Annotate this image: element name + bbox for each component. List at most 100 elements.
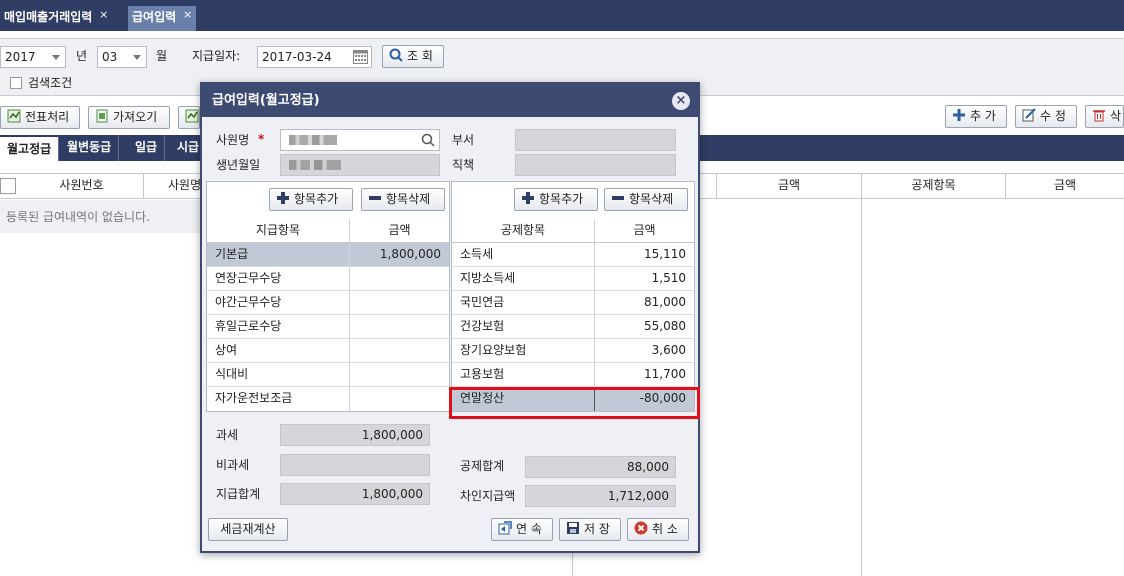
column-employee-name[interactable]: 사원명 <box>144 173 204 199</box>
birth-label: 생년월일 <box>216 158 261 172</box>
recalculate-tax-button[interactable]: 세금재계산 <box>208 518 288 541</box>
table-row[interactable]: 휴일근로수당 <box>207 315 449 339</box>
table-row[interactable]: 야간근무수당 <box>207 291 449 315</box>
plus-icon <box>277 192 289 204</box>
table-row[interactable]: 연장근무수당 <box>207 267 449 291</box>
plus-icon <box>522 192 534 204</box>
table-row[interactable]: 국민연금 81,000 <box>452 291 694 315</box>
year-select[interactable]: 2017 <box>0 46 66 68</box>
deduction-item-name: 국민연금 <box>460 295 505 309</box>
chevron-down-icon <box>133 55 141 60</box>
continue-button[interactable]: 연 속 <box>491 518 553 541</box>
dept-label: 부서 <box>452 133 475 147</box>
deduction-item-amount: 3,600 <box>651 343 686 357</box>
pay-item-name: 상여 <box>215 343 238 357</box>
taxable-label: 과세 <box>216 428 239 442</box>
toolbar-button-partial[interactable] <box>178 106 200 129</box>
add-deduction-item-button[interactable]: 항목추가 <box>514 188 598 211</box>
add-button-label: 추 가 <box>970 109 996 123</box>
net-pay-field: 1,712,000 <box>525 485 676 507</box>
column-employee-id[interactable]: 사원번호 <box>20 173 144 199</box>
table-row[interactable]: 자가운전보조금 <box>207 387 449 411</box>
table-row[interactable]: 식대비 <box>207 363 449 387</box>
delete-pay-item-button[interactable]: 항목삭제 <box>361 188 445 211</box>
table-row[interactable]: 소득세 15,110 <box>452 243 694 267</box>
add-pay-item-button[interactable]: 항목추가 <box>269 188 353 211</box>
search-icon <box>389 48 403 62</box>
nontaxable-field <box>280 454 430 476</box>
tab-salary-entry[interactable]: 급여입력 × <box>128 4 197 31</box>
column-amount[interactable]: 금액 <box>716 173 862 199</box>
voucher-button[interactable]: 전표처리 <box>0 106 80 129</box>
save-button[interactable]: 저 장 <box>559 518 621 541</box>
add-item-label: 항목추가 <box>294 192 339 206</box>
deduction-table-body: 소득세 15,110 지방소득세 1,510 국민연금 81,000 건강보험 55,0… <box>452 243 694 411</box>
tab-monthly-fixed[interactable]: 월고정급 <box>0 135 60 161</box>
cancel-label: 취 소 <box>652 522 678 536</box>
month-value: 03 <box>102 50 118 64</box>
redacted-birth-date <box>289 160 341 170</box>
tab-label: 급여입력 <box>132 10 177 24</box>
table-row[interactable]: 고용보험 11,700 <box>452 363 694 387</box>
employee-name-input[interactable] <box>280 129 440 151</box>
search-condition-checkbox[interactable] <box>10 77 22 89</box>
tab-daily[interactable]: 일급 <box>128 135 166 161</box>
close-icon[interactable]: × <box>183 4 192 26</box>
tab-label: 매입매출거래입력 <box>4 10 93 24</box>
table-row[interactable]: 지방소득세 1,510 <box>452 267 694 291</box>
highlight-box <box>449 387 700 419</box>
deduction-amount-header: 금액 <box>633 223 656 237</box>
trash-icon <box>1093 110 1105 122</box>
table-row[interactable]: 상여 <box>207 339 449 363</box>
total-deduction-field: 88,000 <box>525 456 676 478</box>
deduction-item-header: 공제항목 <box>500 223 546 237</box>
search-condition-label: 검색조건 <box>28 76 73 90</box>
total-pay-label: 지급합계 <box>216 487 261 501</box>
plus-icon <box>953 109 965 121</box>
position-label: 직책 <box>452 158 475 172</box>
pay-date-value: 2017-03-24 <box>262 50 332 64</box>
tab-monthly-variable[interactable]: 월변동급 <box>60 135 120 161</box>
close-icon[interactable]: × <box>672 92 690 110</box>
delete-button[interactable]: 삭 <box>1085 105 1124 128</box>
pay-item-amount: 1,800,000 <box>379 247 441 261</box>
column-deduction-amount[interactable]: 금액 <box>1006 173 1124 199</box>
import-button-label: 가져오기 <box>113 110 158 124</box>
delete-button-label: 삭 <box>1110 109 1122 123</box>
search-button[interactable]: 조 회 <box>382 45 444 68</box>
pay-item-name: 자가운전보조금 <box>215 391 293 405</box>
add-button[interactable]: 추 가 <box>945 105 1007 128</box>
edit-button[interactable]: 수 정 <box>1015 105 1077 128</box>
select-all-checkbox[interactable] <box>0 178 16 194</box>
table-row[interactable]: 기본급 1,800,000 <box>207 243 449 267</box>
delete-deduction-item-button[interactable]: 항목삭제 <box>604 188 688 211</box>
table-row[interactable]: 건강보험 55,080 <box>452 315 694 339</box>
delete-item-label: 항목삭제 <box>386 192 431 206</box>
close-icon[interactable]: × <box>99 4 108 26</box>
month-select[interactable]: 03 <box>97 46 147 68</box>
save-label: 저 장 <box>584 522 610 536</box>
pay-item-name: 연장근무수당 <box>215 271 282 285</box>
position-field <box>515 154 676 176</box>
calendar-icon[interactable] <box>353 50 368 64</box>
import-icon <box>96 109 108 123</box>
import-button[interactable]: 가져오기 <box>88 106 170 129</box>
deduction-item-name: 소득세 <box>460 247 494 261</box>
pay-date-input[interactable]: 2017-03-24 <box>257 46 372 68</box>
tab-purchase-sales-entry[interactable]: 매입매출거래입력 × <box>0 4 113 31</box>
month-unit: 월 <box>156 49 168 63</box>
birth-date-field <box>280 154 440 176</box>
cancel-button[interactable]: 취 소 <box>627 518 689 541</box>
empty-message: 등록된 급여내역이 없습니다. <box>6 210 150 224</box>
edit-icon <box>1022 108 1036 122</box>
add-item-label: 항목추가 <box>539 192 584 206</box>
deduction-item-name: 지방소득세 <box>460 271 516 285</box>
required-mark: * <box>258 132 265 146</box>
column-deduction-item[interactable]: 공제항목 <box>862 173 1006 199</box>
voucher-icon <box>185 109 199 123</box>
deduction-item-amount: 15,110 <box>644 247 686 261</box>
search-icon[interactable] <box>421 133 435 147</box>
table-row[interactable]: 장기요양보험 3,600 <box>452 339 694 363</box>
pay-date-label: 지급일자: <box>192 49 241 63</box>
continue-icon <box>498 521 512 535</box>
